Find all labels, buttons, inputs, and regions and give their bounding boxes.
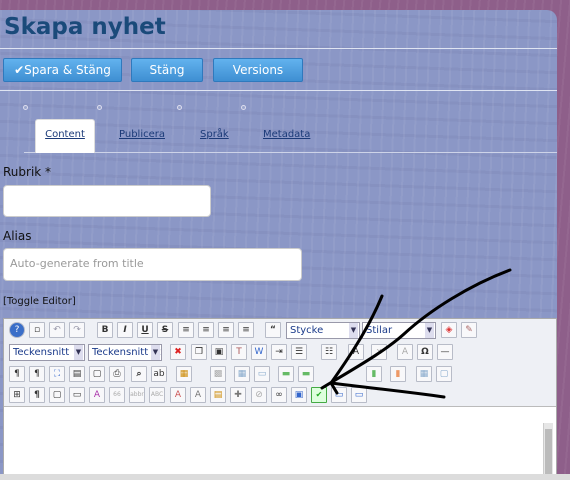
annotation-arrows: [320, 268, 512, 399]
